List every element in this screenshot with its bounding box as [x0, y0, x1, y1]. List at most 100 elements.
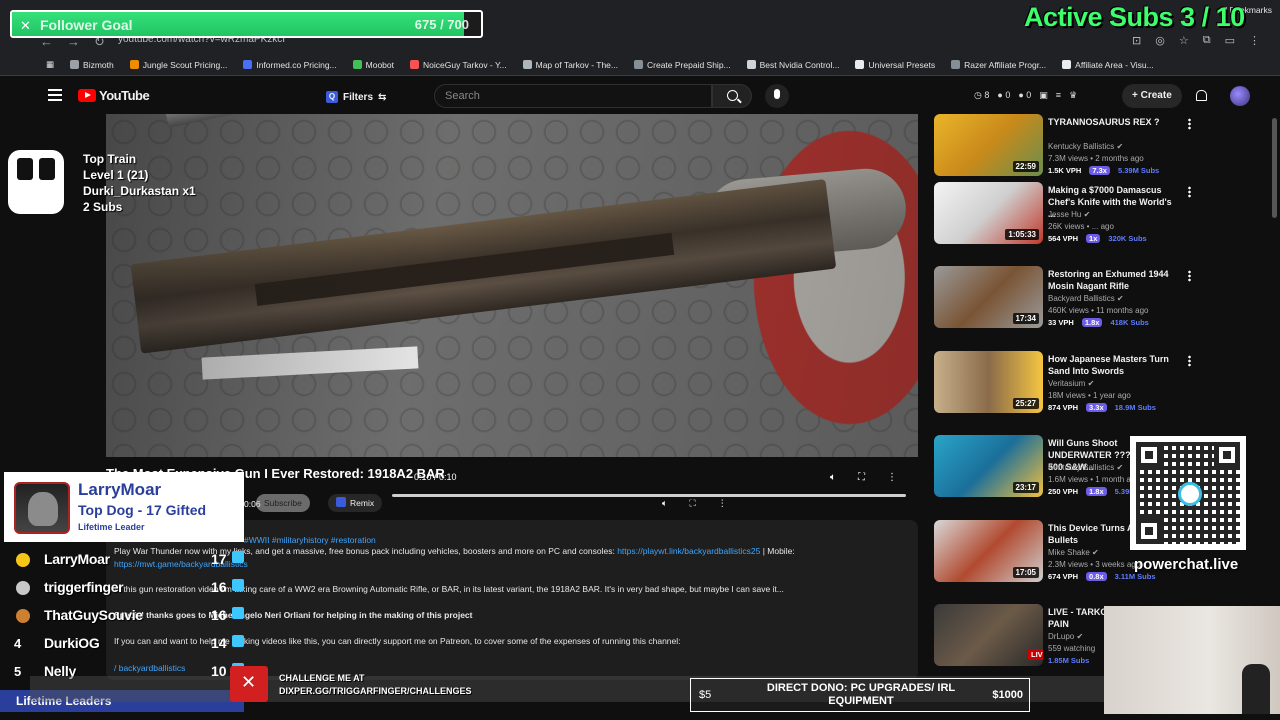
bookmark-item[interactable]: Create Prepaid Ship... [626, 60, 739, 70]
recommendation-channel[interactable]: Veritasium ✔ [1048, 379, 1094, 388]
recommendation-channel[interactable]: Kentucky Ballistics ✔ [1048, 142, 1123, 151]
recommendation-item[interactable]: 1:05:33 Making a $7000 Damascus Chef's Kn… [934, 182, 1191, 246]
search-input[interactable]: Search [434, 84, 712, 108]
list-icon[interactable]: ≡ [1056, 90, 1061, 101]
description-link[interactable]: https://playwt.link/backyardballistics25 [617, 546, 760, 556]
medal-icon [16, 581, 30, 595]
qr-finder [1136, 442, 1162, 468]
more-options-icon[interactable]: ⋮ [887, 472, 897, 483]
multiplier-badge: 3.3x [1086, 403, 1107, 412]
recommendation-channel[interactable]: Jesse Hu ✔ [1048, 210, 1090, 219]
recommendation-title[interactable]: Restoring an Exhumed 1944 Mosin Nagant R… [1048, 268, 1176, 292]
recommendation-channel[interactable]: DrLupo ✔ [1048, 632, 1083, 641]
menu-hamburger-icon[interactable] [48, 89, 62, 101]
recommendation-item[interactable]: 17:34 Restoring an Exhumed 1944 Mosin Nag… [934, 266, 1191, 330]
bookmark-item[interactable]: Map of Tarkov - The... [515, 60, 626, 70]
recommendation-item[interactable]: 25:27 How Japanese Masters Turn Sand Into… [934, 351, 1191, 415]
leaderboard-name: triggerfinger [44, 579, 124, 595]
mini-more-icon[interactable]: ⋮ [718, 498, 727, 509]
mini-fullscreen-icon[interactable]: ⛶ [689, 498, 695, 509]
recommendation-thumbnail[interactable]: 23:17 [934, 435, 1043, 497]
mic-button[interactable] [765, 84, 789, 108]
recommendation-meta: 460K views • 11 months ago [1048, 306, 1149, 315]
qr-code [1130, 436, 1246, 550]
more-options-icon[interactable] [1188, 270, 1191, 282]
bookmarks-bar: ▦ Bizmoth Jungle Scout Pricing... Informed… [0, 54, 1280, 76]
recommendation-thumbnail[interactable]: LIVE [934, 604, 1043, 666]
description-tags[interactable]: #WWII #militaryhistory #restoration [244, 535, 376, 545]
top-train-user: Durki_Durkastan x1 [83, 184, 196, 198]
verified-icon: ✔ [1116, 142, 1124, 151]
recommendation-thumbnail[interactable]: 17:05 [934, 520, 1043, 582]
bookmark-item[interactable]: Best Nvidia Control... [739, 60, 848, 70]
leader-title: Top Dog - 17 Gifted [78, 502, 207, 518]
verified-icon: ✔ [1076, 632, 1084, 641]
create-button[interactable]: + Create [1122, 84, 1182, 108]
install-icon[interactable]: ⊡ [1132, 34, 1141, 47]
leaderboard-count: 14 [211, 635, 227, 651]
mini-volume-icon[interactable]: 🔈︎ [662, 498, 667, 509]
recommendation-thumbnail[interactable]: 1:05:33 [934, 182, 1043, 244]
recommendation-thumbnail[interactable]: 22:59 [934, 114, 1043, 176]
leader-avatar [14, 482, 70, 534]
account-avatar[interactable] [1230, 86, 1250, 106]
donation-max: $1000 [992, 689, 1023, 701]
more-options-icon[interactable] [1188, 118, 1191, 130]
video-player[interactable] [106, 114, 918, 457]
notifications-bell-icon[interactable] [1196, 90, 1207, 101]
recommendation-channel[interactable]: Backyard Ballistics ✔ [1048, 294, 1124, 303]
trophy-icon[interactable]: ♛ [1069, 90, 1077, 101]
bookmark-item[interactable]: Moobot [345, 60, 402, 70]
volume-icon[interactable]: 🔈︎ [830, 472, 836, 483]
bookmark-label: Affiliate Area - Visu... [1075, 59, 1154, 70]
bookmark-item[interactable]: Universal Presets [847, 60, 943, 70]
subscribe-button[interactable]: Subscribe [256, 494, 310, 512]
more-options-icon[interactable] [1188, 186, 1191, 198]
bookmark-item[interactable]: NoiceGuy Tarkov - Y... [402, 60, 515, 70]
recommendation-title[interactable]: How Japanese Masters Turn Sand Into Swor… [1048, 353, 1176, 377]
gift-icon [232, 635, 244, 647]
extensions-icon[interactable]: ⧉ [1203, 34, 1211, 47]
youtube-play-icon [78, 89, 96, 102]
bookmark-item[interactable]: Bizmoth [62, 60, 122, 70]
filters-button[interactable]: Q Filters ⇆ [320, 87, 392, 107]
recommendation-thumbnail[interactable]: 17:34 [934, 266, 1043, 328]
toolbar-icons: ⊡ ◎ ☆ ⧉ ▭ ⋮ [1132, 34, 1260, 47]
bookmark-item[interactable]: Razer Affiliate Progr... [943, 60, 1054, 70]
follower-goal-bar: ✕ Follower Goal 675 / 700 [10, 10, 483, 38]
top-train-title: Top Train [83, 152, 137, 166]
bookmark-item[interactable]: Affiliate Area - Visu... [1054, 60, 1162, 70]
qr-finder [1136, 518, 1162, 544]
bookmark-favicon-icon [243, 60, 253, 69]
search-button[interactable] [712, 84, 752, 108]
apps-icon[interactable]: ▦ [38, 59, 62, 70]
recommendation-title[interactable]: TYRANNOSAURUS REX ? [1048, 116, 1176, 128]
remix-button[interactable]: Remix [328, 494, 383, 512]
bookmark-item[interactable]: Informed.co Pricing... [235, 60, 344, 70]
leaderboard-row: ThatGuySouvie 16 [0, 604, 244, 630]
menu-icon[interactable]: ⋮ [1249, 34, 1260, 47]
recommendation-channel[interactable]: Mike Shake ✔ [1048, 548, 1099, 557]
page-scrollbar[interactable] [1272, 118, 1277, 218]
bookmark-label: Razer Affiliate Progr... [964, 59, 1047, 70]
sidebar-icon[interactable]: ▭ [1225, 34, 1235, 47]
qr-pattern [1136, 442, 1240, 544]
bookmark-favicon-icon [951, 60, 961, 69]
recommendation-channel[interactable]: Kentucky Ballistics ✔ [1048, 463, 1123, 472]
extension-icon[interactable]: ▣ [1039, 90, 1048, 101]
eye-off-icon[interactable]: ◎ [1155, 34, 1165, 47]
bookmark-label: Map of Tarkov - The... [535, 59, 618, 70]
recommendation-stats: 564 VPH 1x 320K Subs [1048, 234, 1147, 243]
recommendation-item[interactable]: 22:59 TYRANNOSAURUS REX ? Kentucky Ballist… [934, 114, 1191, 178]
star-icon[interactable]: ☆ [1179, 34, 1189, 47]
bookmark-item[interactable]: Jungle Scout Pricing... [122, 60, 236, 70]
youtube-logo[interactable]: YouTube [78, 88, 150, 103]
subs-stat: 5.39M Subs [1117, 166, 1160, 175]
recommendation-thumbnail[interactable]: 25:27 [934, 351, 1043, 413]
bookmark-label: Moobot [365, 59, 394, 70]
multiplier-badge: 7.3x [1089, 166, 1110, 175]
leaderboard-row: 4 DurkiOG 14 [0, 632, 244, 658]
more-options-icon[interactable] [1188, 355, 1191, 367]
fullscreen-icon[interactable]: ⛶ [858, 472, 865, 483]
top-train-info: Top Train Level 1 (21) Durki_Durkastan x… [83, 151, 196, 215]
